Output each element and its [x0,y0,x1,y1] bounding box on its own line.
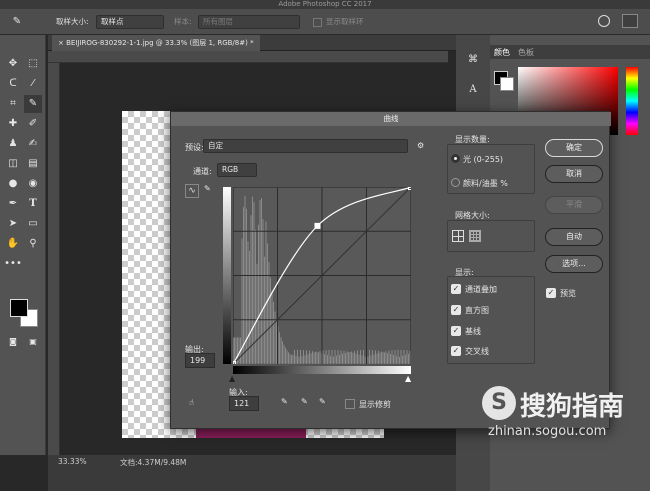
histogram-label: 直方图 [465,306,489,315]
shape-tool-icon[interactable]: ▭ [24,215,42,233]
status-bar: 33.33% 文档:4.37M/9.48M [48,455,456,491]
show-ring-label: 显示取样环 [326,17,364,26]
white-point-slider-icon[interactable]: ▲ [405,374,411,383]
watermark-brand: 搜狗指南 [520,392,625,422]
dodge-tool-icon[interactable]: ◉ [24,175,42,193]
quick-mask-icon[interactable]: ◙ [4,333,22,351]
cancel-button[interactable]: 取消 [545,165,603,183]
history-brush-icon[interactable]: ✍ [24,135,42,153]
dialog-title: 曲线 [171,112,611,126]
white-eyedropper-icon[interactable]: ✎ [319,397,326,406]
tab-swatches[interactable]: 色板 [518,47,534,58]
options-button[interactable]: 选项... [545,255,603,273]
intersection-checkbox[interactable]: ✓ [451,346,461,356]
marquee-tool-icon[interactable]: ⬚ [24,55,42,73]
output-gradient-bar [223,187,231,364]
search-icon[interactable] [598,15,610,27]
blur-tool-icon[interactable]: ● [4,175,22,193]
move-tool-icon[interactable]: ✥ [4,55,22,73]
screen-mode-icon[interactable]: ▣ [24,333,42,351]
detailed-grid-icon[interactable] [469,230,481,242]
pencil-edit-icon[interactable]: ✎ [204,184,211,193]
color-bg-swatch[interactable] [500,77,514,91]
crop-tool-icon[interactable]: ⌗ [4,95,22,113]
path-selection-icon[interactable]: ➤ [4,215,22,233]
auto-button[interactable]: 自动 [545,228,603,246]
eyedropper-tool-icon[interactable]: ✎ [8,13,26,31]
channel-select[interactable]: RGB [217,163,257,177]
hand-tool-icon[interactable]: ✋ [4,235,22,253]
sample-label: 样本: [174,17,192,26]
workspace-icon[interactable] [622,14,638,28]
show-clipping-label: 显示修剪 [359,400,391,409]
preset-select[interactable]: 自定 [203,139,408,153]
zoom-tool-icon[interactable]: ⚲ [24,235,42,253]
simple-grid-icon[interactable] [452,230,464,242]
gray-eyedropper-icon[interactable]: ✎ [301,397,308,406]
output-field[interactable]: 199 [185,353,215,368]
preview-label: 预览 [560,289,576,298]
tab-color[interactable]: 颜色 [494,47,510,58]
sample-select[interactable]: 所有图层 [198,15,300,29]
type-tool-icon[interactable]: T [24,195,42,213]
pen-tool-icon[interactable]: ✒ [4,195,22,213]
watermark-logo-icon: S [482,386,516,420]
foreground-color-front [10,299,28,317]
eyedropper-tool-icon[interactable]: ✎ [24,95,42,113]
hue-slider[interactable] [626,67,638,135]
curve-control-point[interactable] [314,222,321,229]
history-panel-icon[interactable]: ⌘ [464,51,482,69]
histogram-checkbox[interactable]: ✓ [451,305,461,315]
document-tab[interactable]: × BEIJIROG-830292-1-1.jpg @ 33.3% (图层 1,… [52,35,260,51]
sample-size-select[interactable]: 取样点 [96,15,164,29]
document-tab-bar: × BEIJIROG-830292-1-1.jpg @ 33.3% (图层 1,… [48,35,456,51]
app-title-bar: Adobe Photoshop CC 2017 [0,0,650,9]
brush-tool-icon[interactable]: ✐ [24,115,42,133]
stamp-tool-icon[interactable]: ♟ [4,135,22,153]
horizontal-ruler [48,51,448,63]
pigment-label: 颜料/油墨 % [463,179,508,188]
lasso-tool-icon[interactable]: ᑕ [4,75,22,93]
intersection-label: 交叉线 [465,347,489,356]
channel-label: 通道: [193,167,212,176]
input-field[interactable]: 121 [229,396,259,411]
show-ring-checkbox[interactable] [313,18,322,27]
preview-checkbox[interactable]: ✓ [546,288,556,298]
black-point-slider-icon[interactable]: ▲ [229,374,235,383]
healing-brush-icon[interactable]: ✚ [4,115,22,133]
preset-gear-icon[interactable]: ⚙ [417,141,424,150]
baseline-checkbox[interactable]: ✓ [451,326,461,336]
character-panel-icon[interactable]: A [464,81,482,99]
show-clipping-checkbox[interactable] [345,399,355,409]
magic-wand-icon[interactable]: ⁄ [24,75,42,93]
options-bar: ✎ 取样大小: 取样点 样本: 所有图层 显示取样环 [0,9,650,35]
gradient-tool-icon[interactable]: ▤ [24,155,42,173]
pigment-radio[interactable] [451,178,460,187]
zoom-level[interactable]: 33.33% [58,457,87,466]
eraser-tool-icon[interactable]: ◫ [4,155,22,173]
vertical-ruler [48,63,60,455]
target-adjust-icon[interactable]: ☝ [189,398,194,407]
black-eyedropper-icon[interactable]: ✎ [281,397,288,406]
preset-label: 预设: [185,143,204,152]
baseline-label: 基线 [465,327,481,336]
sample-size-label: 取样大小: [56,17,89,26]
light-radio[interactable] [451,154,460,163]
channel-overlays-label: 通道叠加 [465,285,497,294]
input-gradient-bar [233,366,411,374]
light-label: 光 (0-255) [463,155,504,164]
channel-overlays-checkbox[interactable]: ✓ [451,284,461,294]
watermark-url: zhinan.sogou.com [488,424,607,439]
tools-panel: ✥ ⬚ ᑕ ⁄ ⌗ ✎ ✚ ✐ ♟ ✍ ◫ ▤ ● ◉ ✒ T ➤ ▭ ✋ ⚲ … [0,35,46,455]
curves-dialog: 曲线 预设: 自定 ⚙ 通道: RGB ∿ ✎ ▲ ▲ 输出: 199 输入: … [170,111,611,429]
document-tab-title: BEIJIROG-830292-1-1.jpg @ 33.3% (图层 1, R… [66,39,254,47]
ok-button[interactable]: 确定 [545,139,603,157]
more-tools-icon[interactable]: ••• [4,255,22,273]
curve-edit-icon[interactable]: ∿ [185,184,199,198]
doc-size: 文档:4.37M/9.48M [120,458,187,467]
curve-graph[interactable] [233,187,411,364]
color-panel-tabs: 颜色 色板 [490,45,650,59]
smooth-button[interactable]: 平滑 [545,196,603,214]
